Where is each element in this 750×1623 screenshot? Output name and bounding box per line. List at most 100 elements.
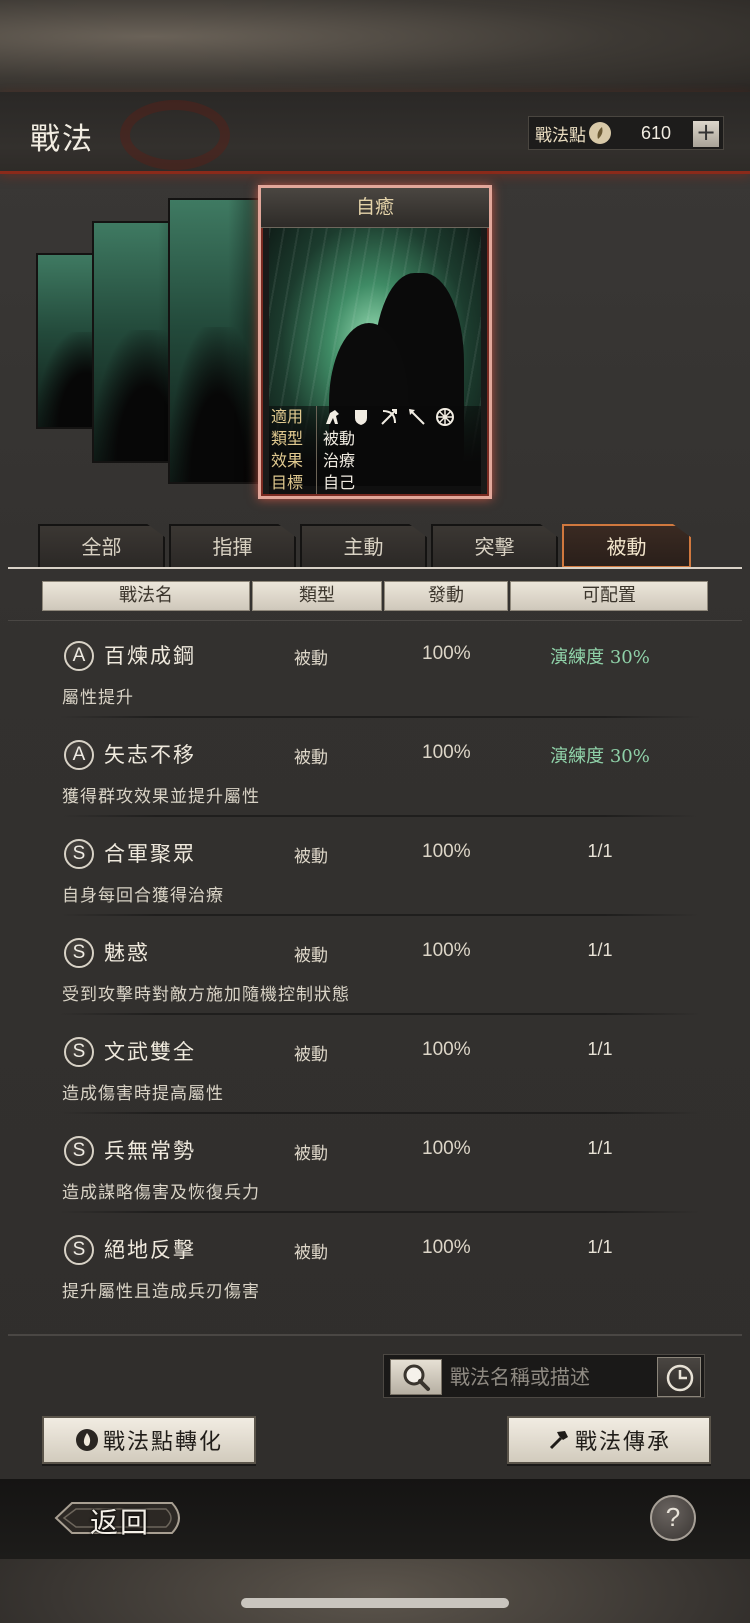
- skill-points-label: 戰法點: [535, 125, 586, 146]
- skill-trigger-rate: 100%: [422, 643, 471, 664]
- skill-proficiency: 演練度 30%: [550, 647, 650, 668]
- skill-trigger-rate: 100%: [422, 1237, 471, 1258]
- skill-type: 被動: [294, 1243, 328, 1263]
- convert-points-label: 戰法點轉化: [102, 1430, 223, 1455]
- history-button[interactable]: [657, 1357, 701, 1397]
- skill-name: 百煉成鋼: [104, 644, 196, 668]
- card-info-row-effect: 效果 治療: [269, 450, 481, 472]
- skill-type: 被動: [294, 748, 328, 768]
- search-bar: [383, 1354, 705, 1398]
- top-background: [0, 0, 750, 92]
- inherit-skill-button[interactable]: 戰法傳承: [507, 1416, 711, 1464]
- card-info-key: 效果: [269, 450, 317, 472]
- skill-points-box: 戰法點 610 +: [528, 116, 724, 150]
- grade-badge: S: [64, 839, 94, 869]
- footer-bar: 返回 ?: [0, 1479, 750, 1559]
- card-info-row-applies: 適用: [269, 406, 481, 428]
- skill-name: 矢志不移: [104, 743, 196, 767]
- tab-active[interactable]: 主動: [300, 524, 427, 568]
- skill-name: 兵無常勢: [104, 1139, 196, 1163]
- skill-name: 魅惑: [104, 941, 150, 965]
- spear-icon: [409, 409, 425, 425]
- troop-type-icons: [317, 406, 455, 428]
- card-info-key: 類型: [269, 428, 317, 450]
- search-input[interactable]: [450, 1359, 642, 1395]
- column-header-name[interactable]: 戰法名: [42, 581, 250, 611]
- skill-row[interactable]: S 文武雙全 被動 100% 1/1 造成傷害時提高屬性: [0, 1022, 750, 1114]
- skill-description: 屬性提升: [62, 688, 134, 708]
- back-button[interactable]: 返回: [52, 1493, 190, 1543]
- card-info-panel: 適用 類型 被動 效果 治療 目標 自己: [269, 406, 481, 494]
- column-header-trigger[interactable]: 發動: [384, 581, 508, 611]
- skill-row[interactable]: S 合軍聚眾 被動 100% 1/1 自身每回合獲得治療: [0, 824, 750, 916]
- grade-badge: S: [64, 938, 94, 968]
- card-back-1[interactable]: [168, 198, 268, 484]
- row-divider: [60, 1112, 700, 1114]
- skill-description: 自身每回合獲得治療: [62, 886, 224, 906]
- skill-assign-count: 1/1: [587, 841, 613, 861]
- skill-trigger-rate: 100%: [422, 841, 471, 862]
- list-bottom-divider: [8, 1334, 742, 1336]
- header-ornament: [120, 100, 230, 170]
- row-divider: [60, 815, 700, 817]
- grade-badge: S: [64, 1136, 94, 1166]
- skill-points-value: 610: [641, 122, 672, 143]
- card-info-row-type: 類型 被動: [269, 428, 481, 450]
- siege-icon: [436, 408, 454, 426]
- skill-description: 獲得群攻效果並提升屬性: [62, 787, 260, 807]
- inherit-skill-label: 戰法傳承: [574, 1430, 671, 1455]
- skill-row[interactable]: S 兵無常勢 被動 100% 1/1 造成謀略傷害及恢復兵力: [0, 1121, 750, 1213]
- skill-assign-count: 1/1: [587, 1039, 613, 1059]
- column-header-type[interactable]: 類型: [252, 581, 382, 611]
- skill-description: 提升屬性且造成兵刃傷害: [62, 1282, 260, 1302]
- skill-row[interactable]: S 絕地反擊 被動 100% 1/1 提升屬性且造成兵刃傷害: [0, 1220, 750, 1312]
- row-divider: [60, 1013, 700, 1015]
- skill-description: 受到攻擊時對敵方施加隨機控制狀態: [62, 985, 350, 1005]
- card-info-key: 目標: [269, 472, 317, 494]
- tab-assault[interactable]: 突擊: [431, 524, 558, 568]
- skill-name: 合軍聚眾: [104, 842, 196, 866]
- skill-assign-count: 1/1: [587, 940, 613, 960]
- skill-row[interactable]: A 百煉成鋼 被動 100% 演練度 30% 屬性提升: [0, 626, 750, 718]
- skill-row[interactable]: S 魅惑 被動 100% 1/1 受到攻擊時對敵方施加隨機控制狀態: [0, 923, 750, 1015]
- selected-skill-card[interactable]: 自癒 適用 類型 被動 效果 治療 目標 自己: [258, 185, 492, 499]
- skill-assign-count: 1/1: [587, 1138, 613, 1158]
- tab-command[interactable]: 指揮: [169, 524, 296, 568]
- tabs-divider: [8, 567, 742, 569]
- convert-points-button[interactable]: 戰法點轉化: [42, 1416, 256, 1464]
- row-divider: [60, 716, 700, 718]
- add-points-button[interactable]: +: [693, 120, 719, 147]
- flame-icon: [75, 1429, 98, 1451]
- page-title: 戰法: [30, 122, 94, 157]
- skill-type: 被動: [294, 946, 328, 966]
- skill-description: 造成謀略傷害及恢復兵力: [62, 1183, 260, 1203]
- search-icon: [403, 1364, 430, 1391]
- help-button[interactable]: ?: [650, 1495, 696, 1541]
- skill-type: 被動: [294, 649, 328, 669]
- row-divider: [60, 914, 700, 916]
- skill-type: 被動: [294, 847, 328, 867]
- card-info-value: 自己: [323, 473, 356, 492]
- tab-all[interactable]: 全部: [38, 524, 165, 568]
- tab-passive[interactable]: 被動: [562, 524, 691, 568]
- grade-badge: A: [64, 641, 94, 671]
- header-divider: [8, 620, 742, 621]
- hammer-icon: [549, 1431, 568, 1450]
- skill-row[interactable]: A 矢志不移 被動 100% 演練度 30% 獲得群攻效果並提升屬性: [0, 725, 750, 817]
- grade-badge: S: [64, 1235, 94, 1265]
- column-header-assignable[interactable]: 可配置: [510, 581, 708, 611]
- skill-description: 造成傷害時提高屬性: [62, 1084, 224, 1104]
- card-info-value: 被動: [323, 429, 356, 448]
- skill-trigger-rate: 100%: [422, 742, 471, 763]
- grade-badge: A: [64, 740, 94, 770]
- skill-type: 被動: [294, 1144, 328, 1164]
- clock-icon: [666, 1364, 694, 1392]
- search-button[interactable]: [390, 1359, 442, 1395]
- grade-badge: S: [64, 1037, 94, 1067]
- card-info-key: 適用: [269, 406, 317, 428]
- skill-type: 被動: [294, 1045, 328, 1065]
- skill-point-coin-icon: [589, 122, 611, 144]
- shield-icon: [355, 410, 367, 425]
- skill-trigger-rate: 100%: [422, 1039, 471, 1060]
- page-header: 戰法 戰法點 610 +: [0, 92, 750, 174]
